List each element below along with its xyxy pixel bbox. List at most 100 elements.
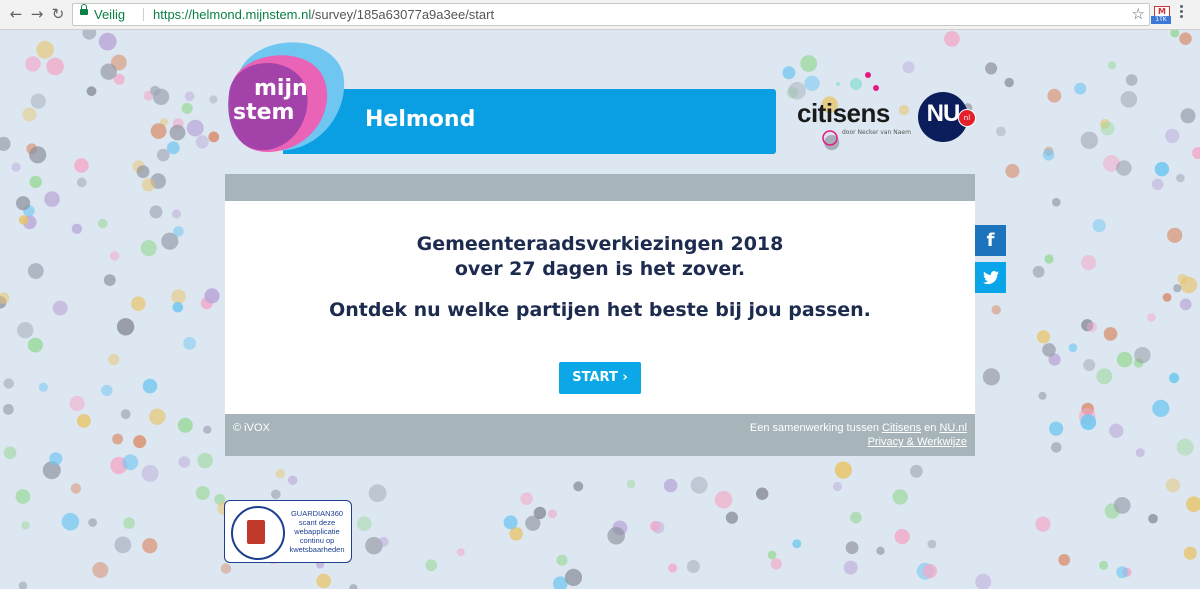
crowd-figure xyxy=(120,409,131,420)
heading-line1: Gemeenteraadsverkiezingen 2018 xyxy=(416,233,784,255)
crowd-figure xyxy=(607,527,625,545)
crowd-figure xyxy=(378,536,389,547)
url-text[interactable]: https://helmond.mijnstem.nl/survey/185a6… xyxy=(153,4,494,25)
crowd-figure xyxy=(0,136,11,151)
crowd-figure xyxy=(368,484,387,503)
crowd-figure xyxy=(1109,423,1124,438)
crowd-figure xyxy=(1176,438,1194,456)
url-path: /survey/185a63077a9a3ee/start xyxy=(311,7,495,22)
crowd-figure xyxy=(1005,164,1020,178)
crowd-figure xyxy=(834,461,852,479)
collab-prefix: Een samenwerking tussen xyxy=(749,422,882,434)
crowd-figure xyxy=(1092,219,1106,233)
crowd-figure xyxy=(503,515,518,530)
crowd-figure xyxy=(1180,108,1196,124)
crowd-figure xyxy=(29,175,42,189)
mijnstem-logo[interactable]: mijn stem xyxy=(221,38,351,158)
crowd-figure xyxy=(1170,30,1180,38)
crowd-figure xyxy=(70,483,82,494)
crowd-figure xyxy=(1152,399,1170,417)
crowd-figure xyxy=(150,85,161,96)
crowd-figure xyxy=(556,554,568,566)
address-bar[interactable]: Veilig https://helmond.mijnstem.nl/surve… xyxy=(72,3,1150,26)
crowd-figure xyxy=(1125,74,1138,86)
crowd-figure xyxy=(1134,346,1151,364)
crowd-figure xyxy=(1036,330,1051,344)
nu-nl-link[interactable]: NU.nl xyxy=(939,422,967,434)
crowd-figure xyxy=(150,123,167,139)
citisens-tagline: door Necker van Naem xyxy=(842,129,911,136)
crowd-figure xyxy=(18,581,28,589)
crowd-figure xyxy=(892,489,908,505)
extension-icon[interactable]: M 1TK xyxy=(1151,6,1171,24)
start-button[interactable]: START › xyxy=(559,362,641,394)
crowd-figure xyxy=(649,520,661,532)
crowd-figure xyxy=(195,135,209,149)
crowd-figure xyxy=(114,536,132,554)
crowd-figure xyxy=(18,215,29,225)
reload-icon[interactable]: ↻ xyxy=(48,4,68,24)
browser-menu-icon[interactable] xyxy=(1180,5,1184,20)
facebook-share-button[interactable]: f xyxy=(975,225,1006,256)
guardian-text: GUARDIAN360 scant deze webapplicatie con… xyxy=(289,509,345,554)
crowd-figure xyxy=(316,573,332,589)
crowd-figure xyxy=(149,205,163,219)
crowd-figure xyxy=(975,573,992,589)
secure-label: Veilig xyxy=(94,7,126,22)
crowd-figure xyxy=(1116,351,1133,368)
crowd-figure xyxy=(16,196,31,211)
crowd-figure xyxy=(208,131,220,143)
crowd-figure xyxy=(177,417,193,433)
crowd-figure xyxy=(76,177,87,188)
city-title: Helmond xyxy=(365,107,476,132)
crowd-figure xyxy=(275,468,286,479)
crowd-figure xyxy=(271,489,281,500)
crowd-figure xyxy=(843,560,858,575)
forward-icon[interactable]: → xyxy=(27,4,47,24)
crowd-figure xyxy=(44,191,60,207)
crowd-figure xyxy=(985,62,998,75)
crowd-figure xyxy=(142,538,158,554)
crowd-figure xyxy=(668,563,678,573)
bookmark-star-icon[interactable]: ☆ xyxy=(1132,4,1145,25)
crowd-figure xyxy=(520,492,533,506)
crowd-figure xyxy=(564,568,583,587)
crowd-figure xyxy=(1074,82,1087,95)
heading-line2: over 27 dagen is het zover. xyxy=(454,258,746,280)
crowd-figure xyxy=(92,562,109,578)
citisens-logo[interactable]: citisens door Necker van Naem xyxy=(790,70,911,152)
crowd-figure xyxy=(845,541,859,555)
crowd-figure xyxy=(714,490,733,509)
crowd-figure xyxy=(1113,497,1131,514)
guardian360-badge[interactable]: GUARDIAN360 scant deze webapplicatie con… xyxy=(224,500,352,563)
crowd-figure xyxy=(349,584,358,589)
crowd-figure xyxy=(686,560,700,573)
divider xyxy=(143,8,144,21)
nu-nl-logo[interactable]: NU nl xyxy=(918,92,976,142)
crowd-figure xyxy=(1165,478,1180,493)
crowd-figure xyxy=(944,31,960,47)
crowd-figure xyxy=(88,518,97,527)
citisens-wordmark: citisens xyxy=(797,98,890,128)
back-icon[interactable]: ← xyxy=(6,4,26,24)
crowd-figure xyxy=(2,404,14,415)
crowd-figure xyxy=(49,452,63,466)
crowd-figure xyxy=(25,56,41,72)
crowd-figure xyxy=(178,456,191,468)
crowd-figure xyxy=(876,546,885,555)
privacy-link[interactable]: Privacy & Werkwijze xyxy=(868,436,967,448)
twitter-share-button[interactable] xyxy=(975,262,1006,293)
crowd-figure xyxy=(101,384,113,397)
citisens-link[interactable]: Citisens xyxy=(882,422,921,434)
crowd-figure xyxy=(1108,61,1117,70)
extension-badge: 1TK xyxy=(1151,16,1171,24)
crowd-figure xyxy=(1116,566,1129,579)
crowd-figure xyxy=(756,487,769,500)
crowd-figure xyxy=(220,563,232,574)
crowd-figure xyxy=(112,433,123,445)
crowd-figure xyxy=(767,550,777,560)
crowd-figure xyxy=(169,124,186,141)
crowd-figure xyxy=(15,489,31,504)
city-banner xyxy=(283,89,776,154)
crowd-figure xyxy=(996,126,1006,137)
